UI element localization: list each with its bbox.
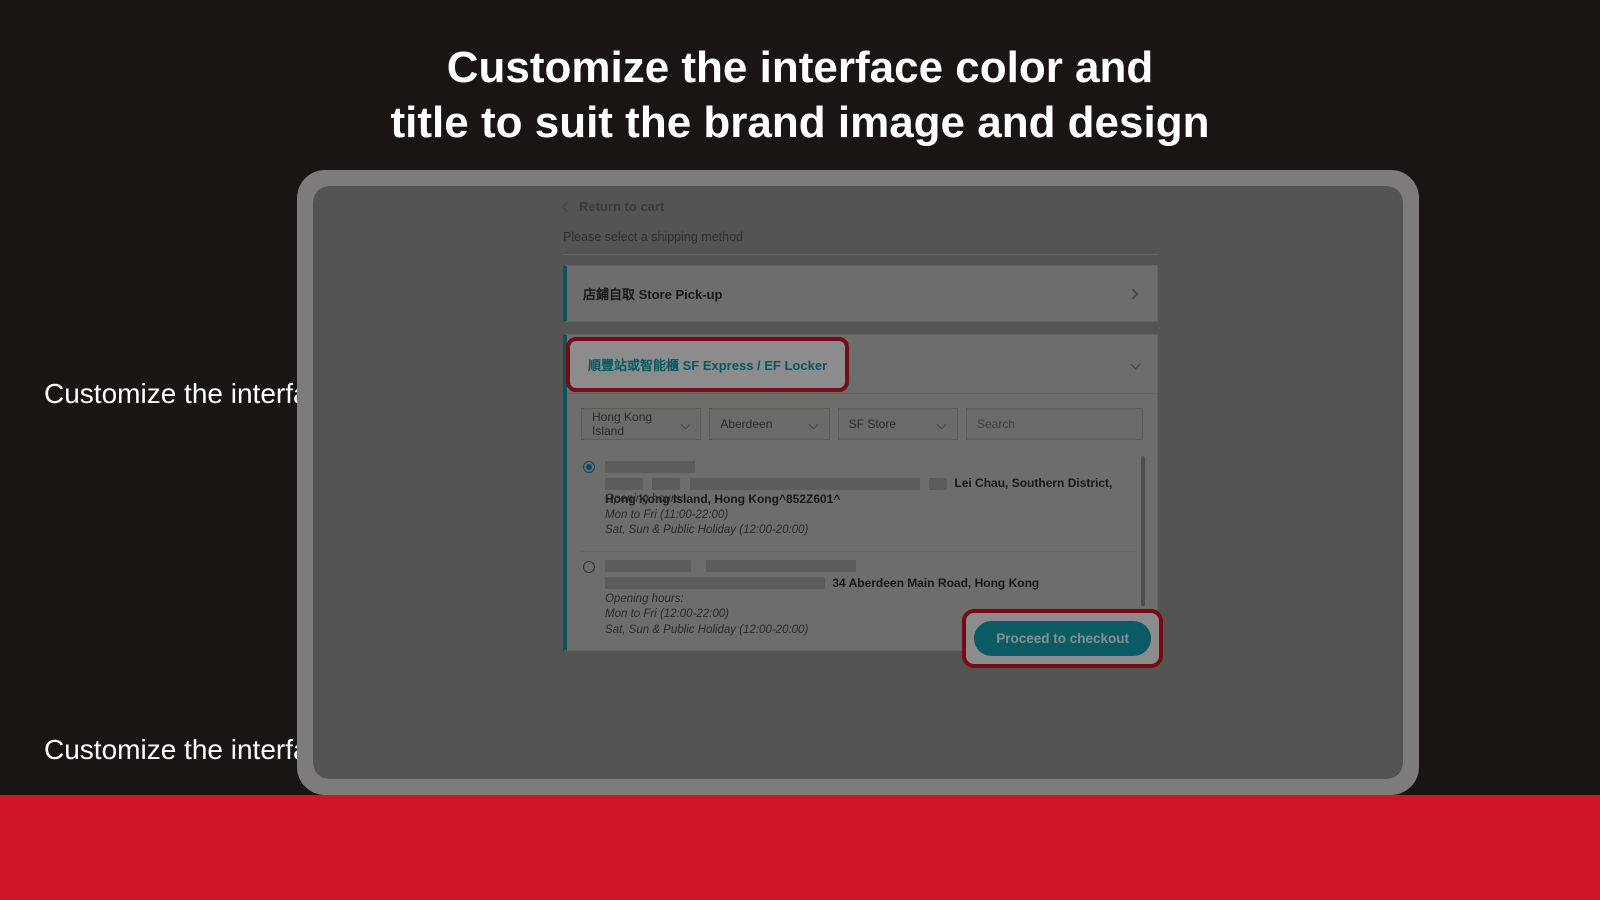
type-select[interactable]: SF Store (838, 408, 958, 440)
district-value: Aberdeen (720, 417, 772, 431)
opening-hours-weekday: Mon to Fri (11:00-22:00) (605, 508, 1135, 524)
radio-unselected-icon[interactable] (583, 561, 595, 573)
heading-line-1: Customize the interface color and (447, 43, 1154, 92)
opening-hours-weekend: Sat, Sun & Public Holiday (12:00-20:00) (605, 623, 1135, 639)
heading-line-2: title to suit the brand image and design (391, 98, 1210, 147)
shipping-method-sf-express: 順豐站或智能櫃 SF Express / EF Locker Hong Kong… (563, 334, 1158, 651)
region-value: Hong Kong Island (592, 410, 682, 438)
chevron-down-icon (937, 419, 947, 429)
location-search-input[interactable] (966, 408, 1143, 440)
shipping-instruction: Please select a shipping method (563, 230, 1158, 255)
filter-row: Hong Kong Island Aberdeen SF Store (581, 408, 1143, 440)
device-frame: Return to cart Please select a shipping … (297, 170, 1419, 795)
shipping-method-store-pickup[interactable]: 店鋪自取 Store Pick-up (563, 265, 1158, 322)
region-select[interactable]: Hong Kong Island (581, 408, 701, 440)
opening-hours-label: Opening hours: (605, 592, 1135, 608)
chevron-right-icon (1127, 288, 1138, 299)
radio-selected-icon[interactable] (583, 461, 595, 473)
return-label: Return to cart (579, 199, 664, 214)
chevron-down-icon (808, 419, 818, 429)
location-option[interactable]: Lei Chau, Southern District, Hong Kong I… (581, 452, 1137, 552)
page-heading: Customize the interface color and title … (0, 40, 1600, 150)
sf-method-header[interactable]: 順豐站或智能櫃 SF Express / EF Locker (567, 335, 1157, 393)
sf-method-body: Hong Kong Island Aberdeen SF Store (567, 393, 1157, 650)
opening-hours-weekend: Sat, Sun & Public Holiday (12:00-20:00) (605, 523, 1135, 539)
chevron-left-icon (561, 201, 572, 212)
sf-title: 順豐站或智能櫃 SF Express / EF Locker (588, 358, 827, 373)
district-select[interactable]: Aberdeen (709, 408, 829, 440)
scrollbar-thumb[interactable] (1141, 456, 1145, 606)
location-address: 34 Aberdeen Main Road, Hong Kong (832, 576, 1039, 590)
location-body: 34 Aberdeen Main Road, Hong Kong Opening… (605, 558, 1135, 639)
location-list: Lei Chau, Southern District, Hong Kong I… (581, 452, 1143, 650)
bottom-red-bar (0, 795, 1600, 900)
opening-hours-weekday: Mon to Fri (12:00-22:00) (605, 607, 1135, 623)
location-option[interactable]: 34 Aberdeen Main Road, Hong Kong Opening… (581, 552, 1137, 651)
checkout-panel: Return to cart Please select a shipping … (563, 199, 1158, 779)
location-body: Lei Chau, Southern District, Hong Kong I… (605, 458, 1135, 539)
chevron-down-icon (1131, 359, 1141, 369)
return-to-cart-link[interactable]: Return to cart (563, 199, 1158, 214)
device-screen: Return to cart Please select a shipping … (313, 186, 1403, 779)
method-title: 店鋪自取 Store Pick-up (583, 284, 722, 303)
sf-title-highlight: 順豐站或智能櫃 SF Express / EF Locker (566, 337, 849, 392)
type-value: SF Store (849, 417, 896, 431)
